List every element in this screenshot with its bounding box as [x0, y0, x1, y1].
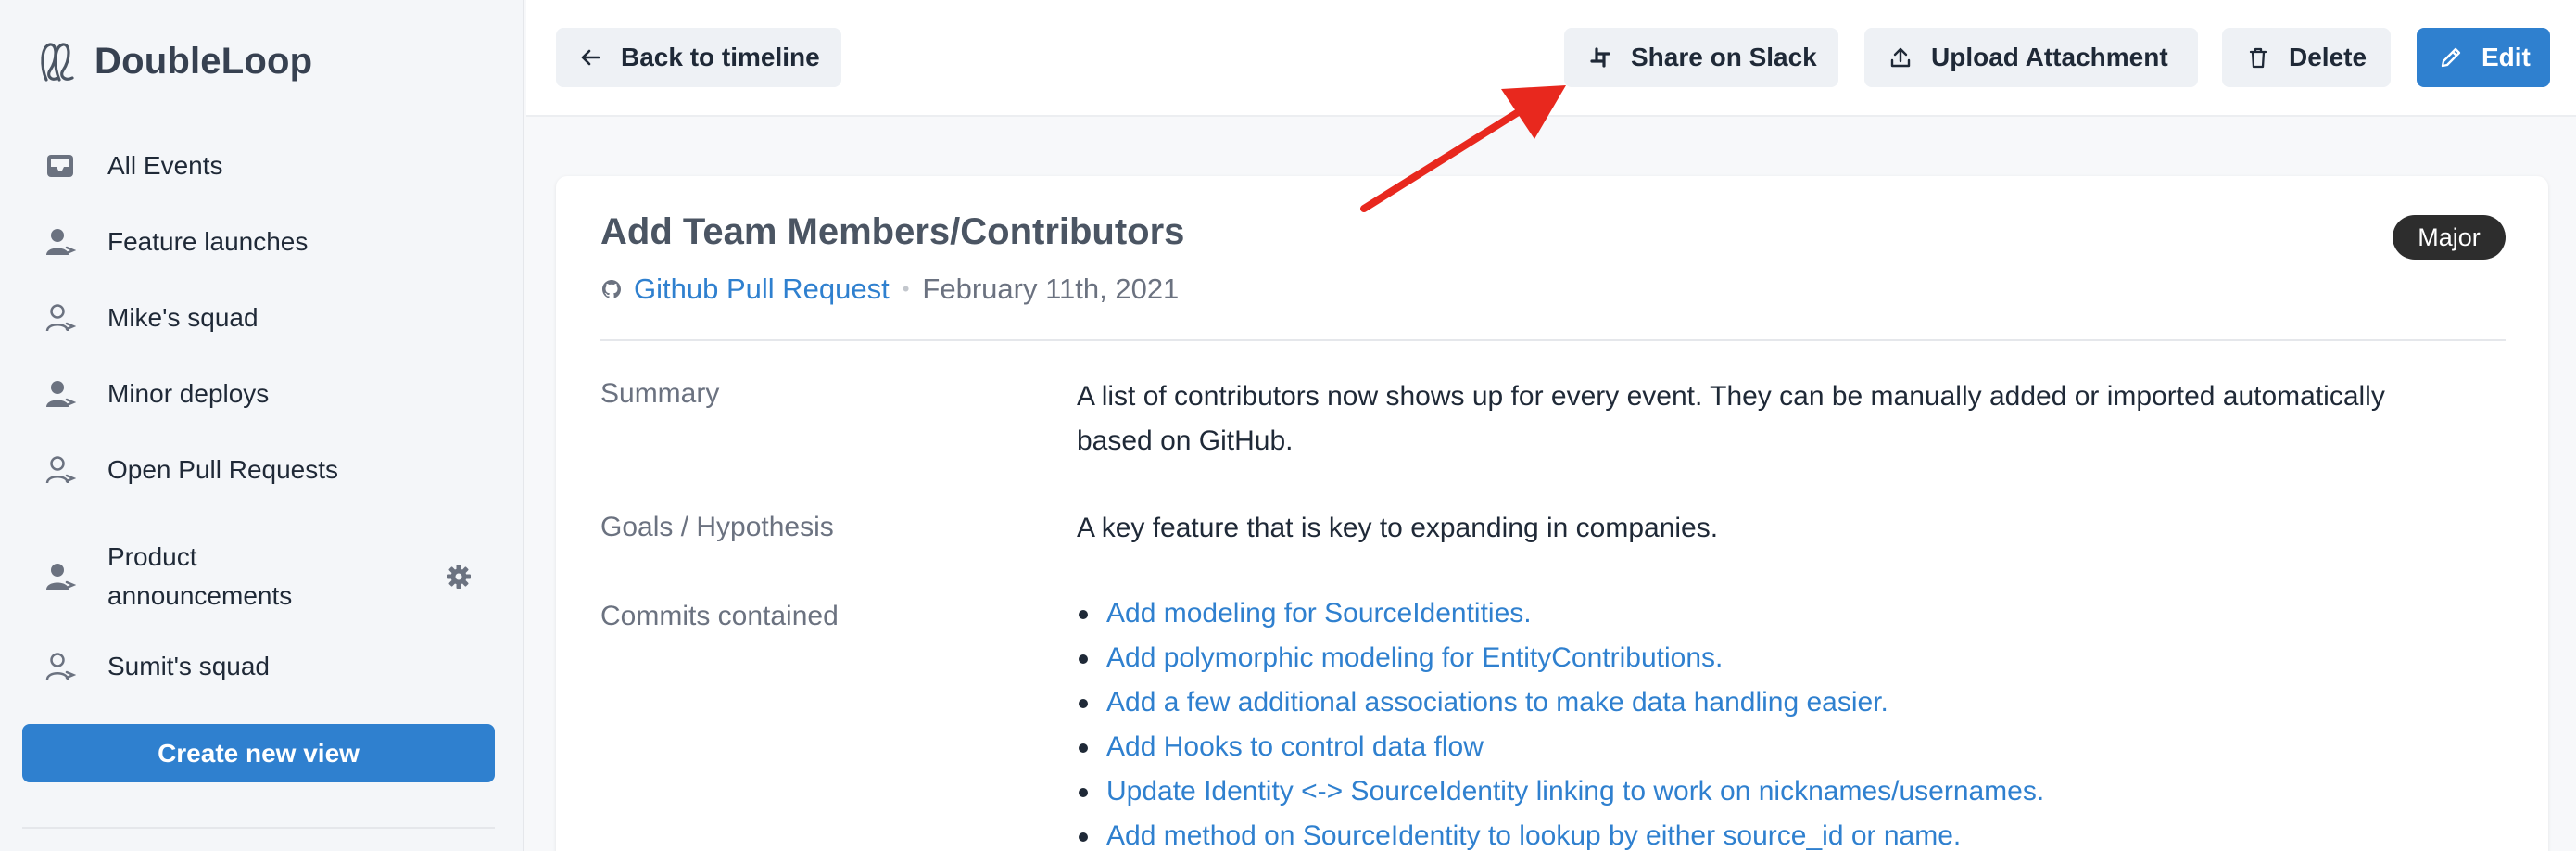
goals-label: Goals / Hypothesis [600, 512, 834, 542]
user-filled-icon [46, 381, 76, 407]
commit-link[interactable]: Add method on SourceIdentity to lookup b… [1077, 814, 2420, 851]
sidebar-item-label: Mike's squad [107, 303, 259, 332]
user-outline-icon [45, 304, 76, 332]
commit-link[interactable]: Add Hooks to control data flow [1077, 725, 2420, 769]
commit-link[interactable]: Add polymorphic modeling for EntityContr… [1077, 636, 2420, 680]
upload-icon [1890, 47, 1911, 68]
sidebar-item-minor-deploys[interactable]: Minor deploys [0, 362, 524, 426]
github-icon [602, 280, 621, 298]
event-card: Add Team Members/Contributors Major Gith… [556, 176, 2548, 851]
pencil-icon [2441, 47, 2461, 68]
sidebar-item-label: All Events [107, 151, 223, 180]
source-link[interactable]: Github Pull Request [634, 273, 890, 306]
doubleloop-logo-icon [41, 43, 74, 82]
sidebar-item-sumits-squad[interactable]: Sumit's squad [0, 634, 524, 699]
sidebar: DoubleLoop All Events Feature launches M… [0, 0, 524, 851]
goals-value: A key feature that is key to expanding i… [1077, 513, 1719, 543]
sidebar-item-product-announcements[interactable]: Product announcements [0, 530, 524, 623]
commit-link[interactable]: Add a few additional associations to mak… [1077, 680, 2420, 725]
sidebar-item-open-pull-requests[interactable]: Open Pull Requests [0, 438, 524, 502]
upload-attachment-button[interactable]: Upload Attachment [1864, 28, 2198, 87]
commit-link[interactable]: Update Identity <-> SourceIdentity linki… [1077, 769, 2420, 814]
card-divider [600, 339, 2506, 341]
back-to-timeline-label: Back to timeline [621, 43, 820, 71]
arrow-left-icon [581, 49, 600, 66]
share-on-slack-button[interactable]: Share on Slack [1564, 28, 1838, 87]
user-filled-icon [46, 564, 76, 590]
sidebar-divider [22, 827, 495, 829]
delete-label: Delete [2289, 43, 2368, 71]
delete-button[interactable]: Delete [2222, 28, 2391, 87]
brand[interactable]: DoubleLoop [37, 39, 312, 83]
sidebar-item-label: Product announcements [107, 542, 293, 610]
summary-value: A list of contributors now shows up for … [1077, 381, 2385, 456]
create-new-view-button[interactable]: Create new view [22, 724, 495, 782]
meta-separator: • [902, 277, 910, 300]
brand-name: DoubleLoop [95, 40, 313, 82]
user-outline-icon [45, 653, 76, 680]
event-title: Add Team Members/Contributors [600, 211, 1185, 252]
sidebar-item-mikes-squad[interactable]: Mike's squad [0, 286, 524, 350]
sidebar-item-label: Open Pull Requests [107, 455, 339, 484]
annotation-arrow [1360, 85, 1566, 212]
event-meta: Github Pull Request • February 11th, 202… [600, 273, 1179, 306]
impact-badge: Major [2393, 215, 2506, 260]
sidebar-item-label: Sumit's squad [107, 652, 270, 680]
trash-icon [2249, 47, 2267, 69]
commits-label: Commits contained [600, 601, 839, 631]
commits-list: Add modeling for SourceIdentities. Add p… [1077, 591, 2420, 851]
inbox-icon [47, 155, 73, 177]
edit-button[interactable]: Edit [2417, 28, 2550, 87]
event-date: February 11th, 2021 [922, 273, 1180, 305]
user-outline-icon [45, 456, 76, 484]
slack-icon [1590, 47, 1610, 68]
sidebar-item-feature-launches[interactable]: Feature launches [0, 210, 524, 274]
sidebar-item-label: Feature launches [107, 227, 309, 256]
back-to-timeline-button[interactable]: Back to timeline [556, 28, 841, 87]
gear-icon[interactable] [445, 563, 473, 591]
user-filled-icon [46, 229, 76, 255]
share-on-slack-label: Share on Slack [1631, 43, 1817, 71]
upload-attachment-label: Upload Attachment [1931, 43, 2168, 71]
commit-link[interactable]: Add modeling for SourceIdentities. [1077, 591, 2420, 636]
summary-label: Summary [600, 378, 720, 409]
sidebar-item-all-events[interactable]: All Events [0, 133, 524, 198]
sidebar-item-label: Minor deploys [107, 379, 270, 408]
edit-label: Edit [2481, 43, 2531, 71]
